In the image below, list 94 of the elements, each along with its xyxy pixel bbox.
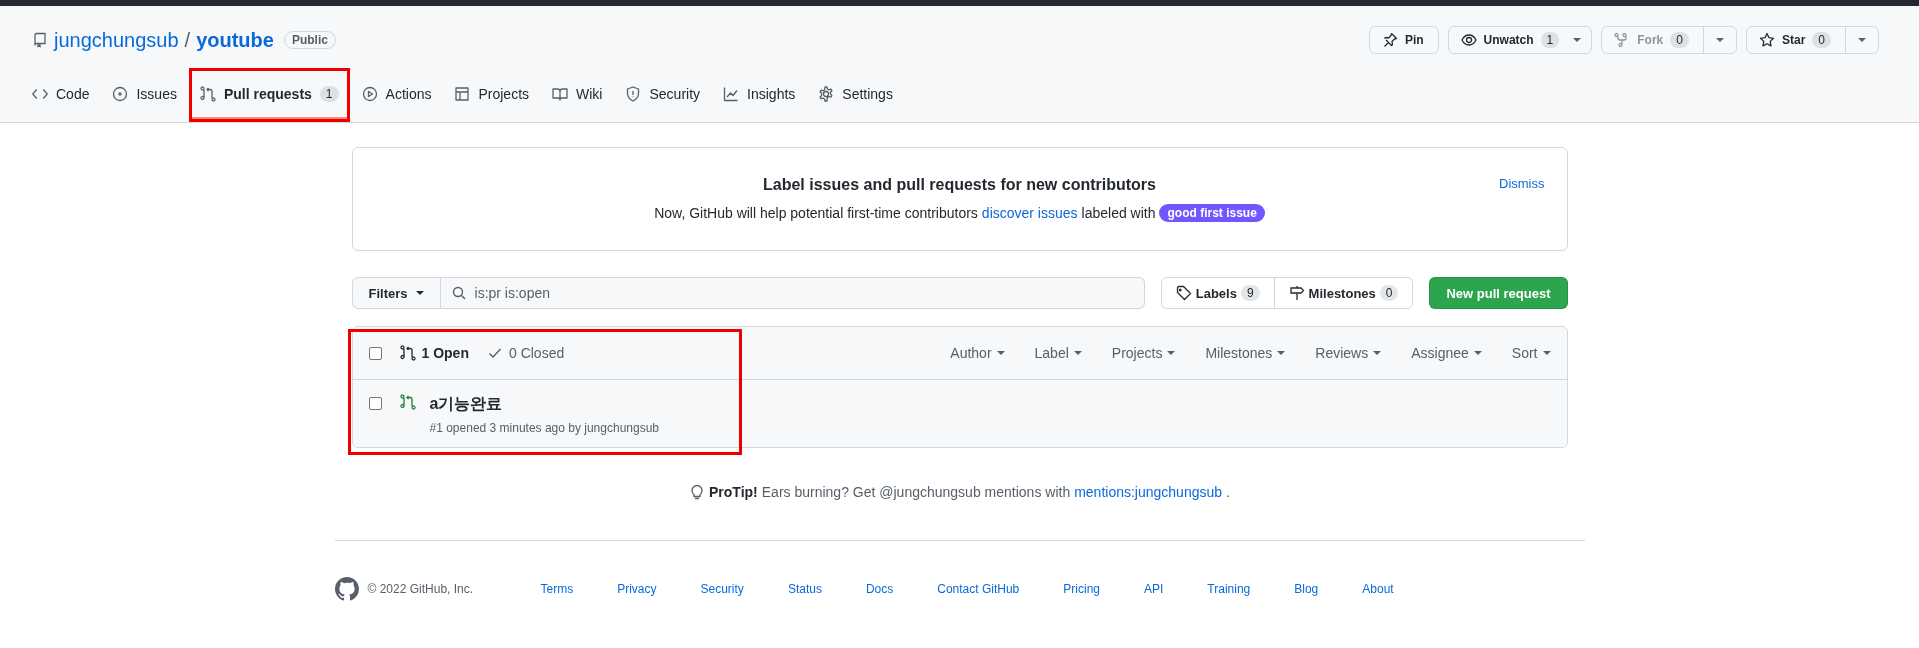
caret-icon	[996, 351, 1005, 355]
octocat-logo-icon[interactable]	[334, 577, 359, 601]
protip-text: .	[1226, 484, 1230, 500]
watch-button[interactable]: Unwatch 1	[1447, 26, 1593, 54]
repo-icon	[32, 32, 48, 48]
button-label: Star	[1781, 33, 1806, 47]
pin-button[interactable]: Pin	[1368, 26, 1439, 54]
footer-link[interactable]: About	[1362, 582, 1394, 596]
pull-request-icon	[399, 345, 416, 361]
search-icon	[450, 285, 467, 301]
banner-text: labeled with	[1081, 205, 1156, 221]
issue-label: good first issue	[1159, 204, 1265, 222]
footer-link[interactable]: Status	[787, 582, 822, 596]
footer-link[interactable]: Terms	[540, 582, 574, 596]
count-badge: 1	[1540, 32, 1560, 48]
filter-menu[interactable]: Assignee	[1411, 345, 1482, 361]
caret-icon	[1277, 351, 1286, 355]
count-badge: 0	[1812, 32, 1831, 48]
protip-label: ProTip!	[709, 484, 758, 500]
issues-icon	[112, 86, 129, 102]
nav-tab[interactable]: Security	[617, 71, 709, 119]
tag-icon	[1175, 285, 1192, 301]
star-button[interactable]: Star 0	[1745, 26, 1879, 54]
banner-title: Label issues and pull requests for new contributors	[763, 176, 1156, 194]
mentions-link[interactable]: mentions:jungchungsub	[1074, 484, 1223, 500]
filter-menu[interactable]: Author	[950, 345, 1005, 361]
milestone-icon	[1288, 285, 1305, 301]
repo-owner-link[interactable]: jungchungsub	[54, 28, 179, 52]
filter-menu[interactable]: Sort	[1511, 345, 1551, 361]
caret-icon	[1373, 351, 1382, 355]
settings-icon	[818, 86, 835, 102]
caret-icon	[1715, 38, 1724, 42]
nav-tab[interactable]: Insights	[715, 71, 804, 119]
dismiss-link[interactable]: Dismiss	[1499, 176, 1545, 191]
discover-issues-link[interactable]: discover issues	[981, 205, 1078, 221]
protip-text: Ears burning? Get @jungchungsub mentions with	[761, 484, 1071, 500]
footer-link[interactable]: Privacy	[617, 582, 657, 596]
filters-button[interactable]: Filters	[351, 277, 441, 309]
nav-tab[interactable]: Pull requests 1	[191, 71, 347, 119]
button-label: Fork	[1637, 33, 1664, 47]
code-icon	[32, 86, 48, 102]
insights-icon	[723, 86, 740, 102]
pull-request-meta: #1 opened 3 minutes ago by jungchungsub	[429, 421, 659, 435]
nav-tab[interactable]: Actions	[353, 71, 440, 119]
caret-icon	[1858, 38, 1866, 42]
footer-link[interactable]: Blog	[1294, 582, 1319, 596]
caret-icon	[1473, 351, 1482, 355]
footer-link[interactable]: Training	[1207, 582, 1251, 596]
row-checkbox[interactable]	[368, 397, 382, 410]
caret-icon	[1542, 351, 1551, 355]
filter-menu[interactable]: Milestones	[1205, 345, 1286, 361]
pull-request-icon	[399, 394, 416, 410]
actions-icon	[361, 86, 378, 102]
new-pull-request-button[interactable]: New pull request	[1429, 277, 1568, 309]
footer-link[interactable]: Security	[700, 582, 744, 596]
count-badge: 0	[1379, 285, 1399, 301]
footer-link[interactable]: Contact GitHub	[937, 582, 1020, 596]
count-badge: 0	[1670, 32, 1689, 48]
path-separator: /	[184, 28, 191, 52]
eye-icon	[1460, 32, 1477, 48]
nav-tab[interactable]: Wiki	[544, 71, 611, 119]
filter-menu[interactable]: Reviews	[1315, 345, 1382, 361]
banner-text: Now, GitHub will help potential first-time contributors	[654, 205, 978, 221]
nav-tab[interactable]: Settings	[810, 71, 901, 119]
caret-icon	[1167, 351, 1176, 355]
caret-icon	[1073, 351, 1082, 355]
footer-link[interactable]: API	[1144, 582, 1164, 596]
nav-tab[interactable]: Projects	[446, 71, 538, 119]
button-label: Unwatch	[1483, 33, 1534, 47]
lightbulb-icon	[689, 484, 706, 500]
filter-menu[interactable]: Projects	[1111, 345, 1176, 361]
security-icon	[625, 86, 642, 102]
filter-menu[interactable]: Label	[1034, 345, 1082, 361]
footer-link[interactable]: Pricing	[1063, 582, 1100, 596]
projects-icon	[454, 86, 471, 102]
pull-icon	[199, 86, 216, 102]
caret-icon	[415, 291, 424, 295]
repo-name-link[interactable]: youtube	[196, 28, 274, 52]
nav-tab[interactable]: Code	[24, 71, 98, 119]
caret-icon	[1573, 38, 1582, 42]
copyright-text: © 2022 GitHub, Inc.	[367, 582, 474, 596]
select-all-checkbox[interactable]	[368, 346, 382, 360]
button-label: Pin	[1404, 33, 1424, 47]
nav-tab[interactable]: Issues	[104, 71, 185, 119]
count-badge: 9	[1240, 285, 1260, 301]
count-badge: 1	[319, 86, 339, 102]
star-icon	[1758, 32, 1775, 48]
closed-filter-link[interactable]: 0 Closed	[486, 345, 565, 361]
wiki-icon	[552, 86, 569, 102]
milestones-button[interactable]: Milestones 0	[1273, 278, 1413, 308]
footer-link[interactable]: Docs	[865, 582, 894, 596]
open-filter-link[interactable]: 1 Open	[399, 345, 469, 361]
search-field[interactable]: is:pr is:open	[440, 277, 1145, 309]
pull-request-title[interactable]: a기능완료	[429, 394, 659, 415]
